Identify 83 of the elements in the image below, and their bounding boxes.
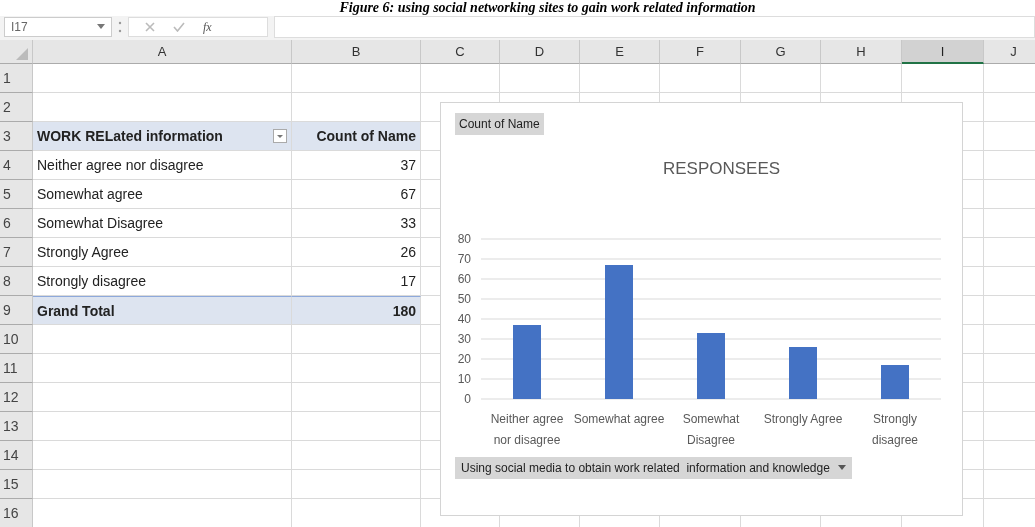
axis-tick-label: 10 xyxy=(457,372,471,386)
column-header[interactable]: J xyxy=(984,40,1035,64)
row-header[interactable]: 16 xyxy=(0,499,33,527)
pivot-label: Neither agree nor disagree xyxy=(37,157,204,173)
dropdown-icon xyxy=(97,24,105,30)
pivot-label: Somewhat agree xyxy=(37,186,143,202)
pivot-cell[interactable]: 180 xyxy=(292,296,421,325)
pivot-label: Somewhat Disagree xyxy=(37,215,164,231)
column-header[interactable]: D xyxy=(500,40,580,64)
pivot-value: 37 xyxy=(400,157,416,173)
figure-caption: Figure 6: using social networking sites to gain work related information xyxy=(338,0,757,16)
axis-tick-label: 0 xyxy=(464,392,471,406)
column-header[interactable]: G xyxy=(741,40,821,64)
row-header[interactable]: 14 xyxy=(0,441,33,470)
chart-title: RESPONSEES xyxy=(662,159,781,179)
pivot-cell[interactable]: 26 xyxy=(292,238,421,267)
column-header[interactable]: C xyxy=(421,40,500,64)
pivot-cell[interactable]: Neither agree nor disagree xyxy=(33,151,292,180)
pivot-header: WORK RELated information xyxy=(37,128,223,144)
axis-tick-label: 60 xyxy=(457,272,471,286)
row-header[interactable]: 2 xyxy=(0,93,33,122)
pivot-cell[interactable]: Strongly Agree xyxy=(33,238,292,267)
pivot-header: Count of Name xyxy=(316,128,416,144)
column-header[interactable]: E xyxy=(580,40,660,64)
row-header[interactable]: 8 xyxy=(0,267,33,296)
pivot-cell[interactable]: Somewhat Disagree xyxy=(33,209,292,238)
name-box[interactable]: I17 xyxy=(4,17,112,37)
category-label: Somewhat Disagree xyxy=(682,412,740,447)
column-header[interactable]: I xyxy=(902,40,984,64)
row-header[interactable]: 9 xyxy=(0,296,33,325)
pivot-value: 33 xyxy=(400,215,416,231)
column-header[interactable]: A xyxy=(33,40,292,64)
row-header[interactable]: 12 xyxy=(0,383,33,412)
pivot-cell[interactable]: WORK RELated information xyxy=(33,122,292,151)
pivot-cell[interactable]: 33 xyxy=(292,209,421,238)
category-label: Strongly Agree xyxy=(763,412,843,426)
pivot-value: 67 xyxy=(400,186,416,202)
axis-tick-label: 20 xyxy=(457,352,471,366)
cancel-icon[interactable] xyxy=(145,22,155,32)
insert-function-button[interactable]: fx xyxy=(203,19,212,35)
axis-field-button[interactable]: Using social media to obtain work related information and knowledge xyxy=(455,457,852,479)
axis-tick-label: 50 xyxy=(457,292,471,306)
bar xyxy=(697,333,725,399)
row-header[interactable]: 11 xyxy=(0,354,33,383)
pivot-cell[interactable]: 67 xyxy=(292,180,421,209)
category-label: Neither agree nor disagree xyxy=(490,412,564,447)
bar xyxy=(789,347,817,399)
axis-tick-label: 70 xyxy=(457,252,471,266)
pivot-cell[interactable]: Somewhat agree xyxy=(33,180,292,209)
chart-area[interactable] xyxy=(440,102,963,516)
column-header[interactable]: H xyxy=(821,40,902,64)
formula-input[interactable] xyxy=(274,16,1035,38)
value-field-button[interactable]: Count of Name xyxy=(455,113,544,135)
pivot-label: Grand Total xyxy=(37,302,115,319)
pivot-cell[interactable]: Count of Name xyxy=(292,122,421,151)
pivot-value: 26 xyxy=(400,244,416,260)
pivot-cell[interactable]: Grand Total xyxy=(33,296,292,325)
pivot-value: 180 xyxy=(392,302,416,319)
pivot-label: Strongly Agree xyxy=(37,244,129,260)
dropdown-icon xyxy=(837,465,846,471)
row-header[interactable]: 7 xyxy=(0,238,33,267)
axis-tick-label: 40 xyxy=(457,312,471,326)
row-header[interactable]: 10 xyxy=(0,325,33,354)
row-header[interactable]: 1 xyxy=(0,64,33,93)
category-label: Somewhat agree xyxy=(573,412,665,426)
row-header[interactable]: 15 xyxy=(0,470,33,499)
bar xyxy=(881,365,909,399)
row-header[interactable]: 3 xyxy=(0,122,33,151)
pivot-label: Strongly disagree xyxy=(37,273,146,289)
axis-tick-label: 80 xyxy=(457,232,471,246)
row-header[interactable]: 6 xyxy=(0,209,33,238)
row-header[interactable]: 4 xyxy=(0,151,33,180)
axis-tick-label: 30 xyxy=(457,332,471,346)
pivot-value: 17 xyxy=(400,273,416,289)
column-header[interactable]: B xyxy=(292,40,421,64)
category-label: Strongly disagree xyxy=(872,412,918,447)
filter-dropdown-icon[interactable] xyxy=(273,129,287,143)
enter-icon[interactable] xyxy=(173,22,185,32)
column-header[interactable]: F xyxy=(660,40,741,64)
row-header[interactable]: 13 xyxy=(0,412,33,441)
row-header[interactable]: 5 xyxy=(0,180,33,209)
pivot-cell[interactable]: 37 xyxy=(292,151,421,180)
select-all-icon[interactable] xyxy=(16,48,28,60)
